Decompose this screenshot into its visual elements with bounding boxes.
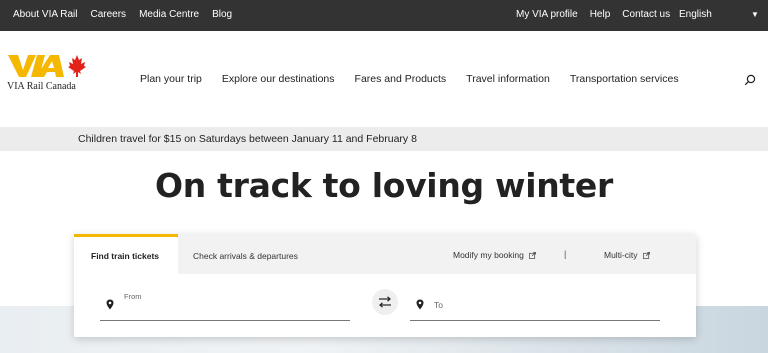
to-label: To [434,300,443,310]
to-station-field[interactable]: To [410,291,660,321]
modify-booking-label: Modify my booking [453,250,524,260]
link-media-centre[interactable]: Media Centre [139,9,199,20]
tab-find-train-tickets[interactable]: Find train tickets [74,234,178,274]
swap-stations-button[interactable] [372,289,398,315]
utility-links-left: About VIA Rail Careers Media Centre Blog [13,9,245,20]
booking-tabs: Find train tickets Check arrivals & depa… [74,234,696,274]
nav-plan-your-trip[interactable]: Plan your trip [140,73,202,85]
nav-fares-and-products[interactable]: Fares and Products [355,73,447,85]
location-pin-icon [106,299,114,310]
location-pin-icon [416,299,424,310]
link-help[interactable]: Help [590,9,611,20]
multi-city-label: Multi-city [604,250,638,260]
tab-check-arrivals-departures[interactable]: Check arrivals & departures [193,251,298,261]
external-link-icon [642,252,650,259]
link-contact-us[interactable]: Contact us [622,9,670,20]
search-icon[interactable] [744,74,756,86]
multi-city-link[interactable]: Multi-city [604,250,650,260]
tab-divider: | [564,249,567,259]
language-selector[interactable]: English [679,9,712,20]
booking-widget: Find train tickets Check arrivals & depa… [74,234,696,337]
from-station-field[interactable]: From [100,291,350,321]
link-careers[interactable]: Careers [90,9,126,20]
promo-banner[interactable]: Children travel for $15 on Saturdays bet… [0,127,768,151]
main-nav: Plan your trip Explore our destinations … [140,73,699,85]
promo-text: Children travel for $15 on Saturdays bet… [78,133,417,145]
swap-icon [379,296,391,308]
chevron-down-icon[interactable]: ▼ [751,10,759,19]
nav-transportation-services[interactable]: Transportation services [570,73,679,85]
utility-links-right: My VIA profile Help Contact us [516,9,682,20]
external-link-icon [528,252,536,259]
hero-title: On track to loving winter [155,166,613,205]
logo-wordmark: VIA Rail Canada [7,81,76,92]
link-blog[interactable]: Blog [212,9,232,20]
main-header: VIA Rail Canada Plan your trip Explore o… [0,31,768,127]
tab-find-train-tickets-label: Find train tickets [91,251,160,261]
link-my-via-profile[interactable]: My VIA profile [516,9,578,20]
link-about[interactable]: About VIA Rail [13,9,77,20]
nav-explore-destinations[interactable]: Explore our destinations [222,73,335,85]
utility-bar: About VIA Rail Careers Media Centre Blog… [0,0,768,31]
modify-booking-link[interactable]: Modify my booking [453,250,536,260]
nav-travel-information[interactable]: Travel information [466,73,550,85]
from-label: From [124,292,142,301]
